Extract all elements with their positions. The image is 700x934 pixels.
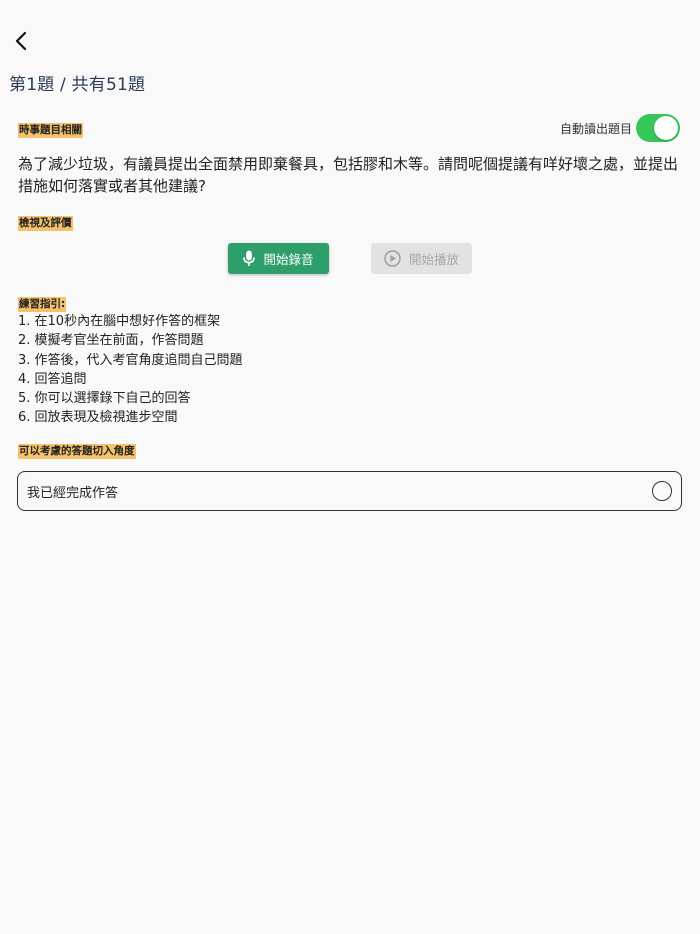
- toggle-knob: [654, 116, 678, 140]
- completion-radio[interactable]: [652, 481, 672, 501]
- page-title: 第1題 / 共有51題: [9, 75, 146, 95]
- guide-item: 5. 你可以選擇錄下自己的回答: [18, 391, 191, 407]
- guide-item: 3. 作答後，代入考官角度追問自己問題: [18, 352, 243, 368]
- start-playback-button[interactable]: 開始播放: [371, 243, 472, 274]
- completion-label: 我已經完成作答: [27, 485, 119, 501]
- review-tag: 檢視及評價: [18, 216, 73, 231]
- question-text: 為了減少垃圾，有議員提出全面禁用即棄餐具，包括膠和木等。請問呢個提議有咩好壞之處…: [18, 155, 679, 195]
- completion-checkbox-row[interactable]: 我已經完成作答: [17, 471, 682, 511]
- microphone-icon: [243, 250, 256, 266]
- start-recording-button[interactable]: 開始錄音: [228, 243, 329, 274]
- guide-item: 4. 回答追問: [18, 371, 87, 387]
- auto-read-control: 自動讀出題目: [560, 114, 680, 142]
- start-playback-label: 開始播放: [408, 252, 459, 267]
- angles-tag: 可以考慮的答題切入角度: [18, 444, 136, 459]
- guide-list: 1. 在10秒內在腦中想好作答的框架 2. 模擬考官坐在前面，作答問題 3. 作…: [18, 312, 243, 428]
- guide-item: 2. 模擬考官坐在前面，作答問題: [18, 333, 204, 349]
- topic-tag: 時事題目相關: [18, 123, 83, 138]
- guide-item: 1. 在10秒內在腦中想好作答的框架: [18, 314, 221, 329]
- back-button[interactable]: [8, 28, 34, 54]
- guide-tag: 練習指引:: [18, 297, 67, 312]
- auto-read-label: 自動讀出題目: [559, 121, 632, 136]
- chevron-left-icon: [15, 31, 27, 51]
- auto-read-toggle[interactable]: [636, 114, 680, 142]
- start-recording-label: 開始錄音: [263, 252, 314, 267]
- play-circle-icon: [384, 250, 401, 267]
- guide-item: 6. 回放表現及檢視進步空間: [18, 410, 178, 426]
- recording-controls: 開始錄音 開始播放: [0, 243, 700, 275]
